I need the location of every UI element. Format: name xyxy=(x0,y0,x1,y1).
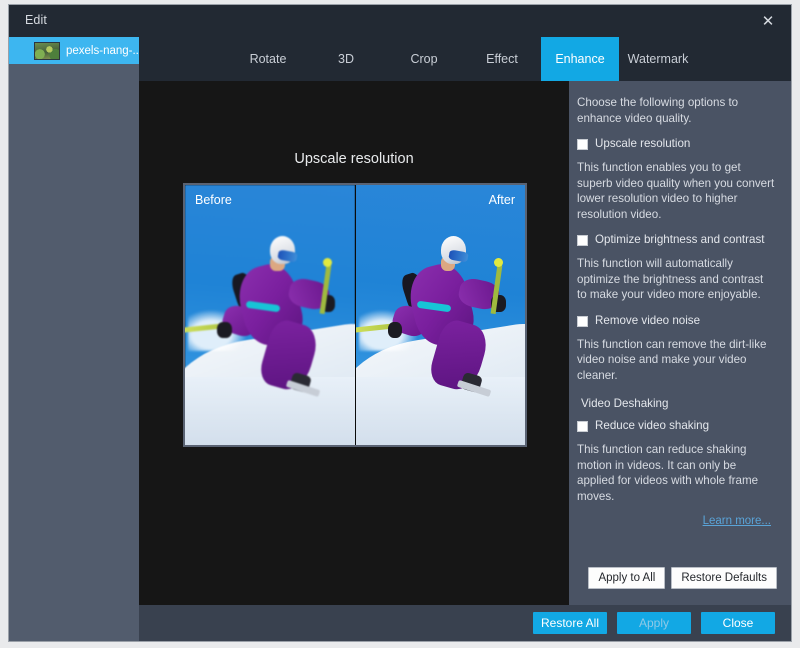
description-remove-video-noise: This function can remove the dirt-like v… xyxy=(577,337,767,382)
skier-figure xyxy=(185,232,344,419)
video-thumbnail xyxy=(34,41,60,60)
restore-defaults-button[interactable]: Restore Defaults xyxy=(671,567,777,589)
glove-left xyxy=(387,321,403,339)
restore-all-button[interactable]: Restore All xyxy=(533,612,607,634)
tab-bar-spacer xyxy=(139,37,229,81)
apply-button[interactable]: Apply xyxy=(617,612,691,634)
preview-title: Upscale resolution xyxy=(294,151,414,167)
checkbox-row-optimize-brightness-contrast[interactable]: Optimize brightness and contrast xyxy=(577,233,775,247)
clip-list-sidebar: pexels-nang-... xyxy=(9,37,139,641)
close-button[interactable]: Close xyxy=(701,612,775,634)
title-bar: Edit ✕ xyxy=(9,5,791,37)
checkbox-reduce-video-shaking[interactable] xyxy=(577,421,588,432)
description-reduce-video-shaking: This function can reduce shaking motion … xyxy=(577,443,759,503)
close-icon[interactable]: ✕ xyxy=(745,5,791,37)
checkbox-label-upscale-resolution: Upscale resolution xyxy=(595,137,691,150)
preview-canvas: Upscale resolution Before After xyxy=(139,81,569,607)
enhance-options-panel: Choose the following options to enhance … xyxy=(569,81,791,607)
checkbox-remove-video-noise[interactable] xyxy=(577,315,588,327)
clip-name-label: pexels-nang-... xyxy=(66,44,139,57)
learn-more-link[interactable]: Learn more... xyxy=(577,515,771,527)
edit-dialog-window: Edit ✕ pexels-nang-... Rotate 3D Crop Ef… xyxy=(8,4,792,642)
description-optimize-brightness-contrast: This function will automatically optimiz… xyxy=(577,257,764,301)
checkbox-upscale-resolution[interactable] xyxy=(577,139,588,150)
checkbox-label-reduce-video-shaking: Reduce video shaking xyxy=(595,419,710,432)
tab-watermark[interactable]: Watermark xyxy=(619,37,697,81)
preview-before-half: Before xyxy=(185,185,355,445)
tab-effect[interactable]: Effect xyxy=(463,37,541,81)
page-title: Edit xyxy=(25,13,47,27)
list-item[interactable]: pexels-nang-... xyxy=(9,37,139,64)
tab-crop[interactable]: Crop xyxy=(385,37,463,81)
checkbox-row-upscale-resolution[interactable]: Upscale resolution xyxy=(577,137,775,151)
dialog-footer: Restore All Apply Close xyxy=(139,605,791,641)
before-label: Before xyxy=(195,193,232,207)
checkbox-label-remove-video-noise: Remove video noise xyxy=(595,313,701,327)
checkbox-label-optimize-brightness-contrast: Optimize brightness and contrast xyxy=(595,233,765,246)
after-label: After xyxy=(488,193,515,207)
tab-3d[interactable]: 3D xyxy=(307,37,385,81)
skier-figure xyxy=(355,232,515,419)
glove-left xyxy=(217,321,232,339)
tab-rotate[interactable]: Rotate xyxy=(229,37,307,81)
group-label-video-deshaking: Video Deshaking xyxy=(581,397,669,410)
preview-after-half: After xyxy=(354,185,525,445)
panel-intro-text: Choose the following options to enhance … xyxy=(577,96,739,125)
checkbox-row-remove-video-noise[interactable]: Remove video noise xyxy=(577,314,775,328)
tab-bar: Rotate 3D Crop Effect Enhance Watermark xyxy=(139,37,791,81)
description-upscale-resolution: This function enables you to get superb … xyxy=(577,161,775,221)
apply-to-all-button[interactable]: Apply to All xyxy=(588,567,666,589)
checkbox-row-reduce-video-shaking[interactable]: Reduce video shaking xyxy=(577,419,775,433)
panel-action-buttons: Apply to All Restore Defaults xyxy=(588,567,777,589)
before-after-preview: Before After xyxy=(183,183,527,447)
checkbox-optimize-brightness-contrast[interactable] xyxy=(577,235,588,246)
tab-enhance[interactable]: Enhance xyxy=(541,37,619,81)
